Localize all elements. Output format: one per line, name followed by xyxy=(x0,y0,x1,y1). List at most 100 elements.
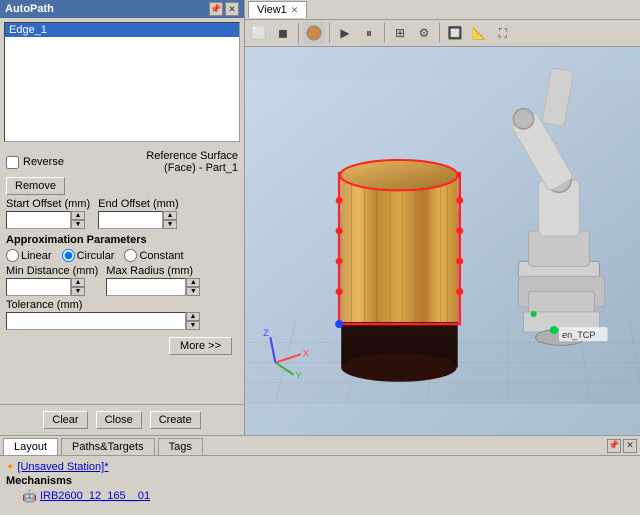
tolerance-label: Tolerance (mm) xyxy=(6,299,238,311)
create-button[interactable]: Create xyxy=(150,411,201,429)
end-offset-up[interactable]: ▲ xyxy=(163,211,177,220)
mechanisms-label: Mechanisms xyxy=(6,475,72,487)
circular-label: Circular xyxy=(77,250,115,262)
tolerance-up[interactable]: ▲ xyxy=(186,312,200,321)
ref-surface-label: Reference Surface xyxy=(146,150,238,162)
panel-pin-button[interactable]: 📌 xyxy=(209,2,223,16)
svg-text:Z: Z xyxy=(263,328,269,338)
constant-radio[interactable] xyxy=(124,249,137,262)
viewport-toolbar: ⬜ ◼ ▶ ⏸ ⊞ ⚙ 🔲 📐 ⛶ xyxy=(245,20,640,47)
panel-header-buttons: 📌 ✕ xyxy=(209,2,239,16)
toolbar-separator-2 xyxy=(329,23,330,43)
toolbar-btn-play[interactable]: ▶ xyxy=(334,22,356,44)
max-radius-up[interactable]: ▲ xyxy=(186,278,200,287)
tab-tags[interactable]: Tags xyxy=(158,438,203,455)
end-offset-group: End Offset (mm) 0.00 ▲ ▼ xyxy=(98,198,178,229)
more-row: More >> xyxy=(6,337,238,355)
linear-radio-item: Linear xyxy=(6,249,52,262)
svg-text:en_TCP: en_TCP xyxy=(562,330,595,340)
tolerance-spinners: ▲ ▼ xyxy=(186,312,200,330)
tab-paths-targets[interactable]: Paths&Targets xyxy=(61,438,155,455)
robot-icon: 🤖 xyxy=(22,489,37,503)
toolbar-btn-extra2[interactable]: ⛶ xyxy=(492,22,514,44)
toolbar-btn-settings[interactable]: ⚙ xyxy=(413,22,435,44)
bottom-content: ✦ [Unsaved Station]* Mechanisms 🤖 IRB260… xyxy=(0,456,640,515)
end-offset-down[interactable]: ▼ xyxy=(163,220,177,229)
toolbar-btn-3[interactable] xyxy=(303,22,325,44)
tree-item-mechanisms[interactable]: Mechanisms xyxy=(6,474,634,488)
min-distance-input-group: 3.00 ▲ ▼ xyxy=(6,278,98,296)
toolbar-btn-pause[interactable]: ⏸ xyxy=(358,22,380,44)
toolbar-btn-2[interactable]: ◼ xyxy=(272,22,294,44)
end-offset-spinners: ▲ ▼ xyxy=(163,211,177,229)
edge-list[interactable]: Edge_1 xyxy=(4,22,240,142)
tolerance-input[interactable]: 1.00 xyxy=(6,312,186,330)
robot-label[interactable]: IRB2600_12_165__01 xyxy=(40,490,150,502)
tolerance-input-group: 1.00 ▲ ▼ xyxy=(6,312,238,330)
bottom-tabs-bar: Layout Paths&Targets Tags 📌 ✕ xyxy=(0,436,640,456)
max-radius-spinners: ▲ ▼ xyxy=(186,278,200,296)
viewport-panel: View1 ✕ ⬜ ◼ ▶ ⏸ ⊞ ⚙ 🔲 📐 ⛶ xyxy=(245,0,640,435)
station-star-icon: ✦ xyxy=(6,462,14,473)
view1-tab[interactable]: View1 ✕ xyxy=(248,1,307,18)
linear-radio[interactable] xyxy=(6,249,19,262)
start-offset-input[interactable]: 0.00 xyxy=(6,211,71,229)
min-distance-down[interactable]: ▼ xyxy=(71,287,85,296)
action-buttons: Clear Close Create xyxy=(0,404,244,435)
min-max-row: Min Distance (mm) 3.00 ▲ ▼ Max Radius (m… xyxy=(6,265,238,296)
view-tab-bar: View1 ✕ xyxy=(245,0,640,20)
panel-title: AutoPath xyxy=(5,3,54,15)
svg-text:X: X xyxy=(303,348,309,358)
toolbar-separator-1 xyxy=(298,23,299,43)
toolbar-btn-1[interactable]: ⬜ xyxy=(248,22,270,44)
start-offset-down[interactable]: ▼ xyxy=(71,220,85,229)
circular-radio-item: Circular xyxy=(62,249,115,262)
max-radius-label: Max Radius (mm) xyxy=(106,265,200,277)
panel-header: AutoPath 📌 ✕ xyxy=(0,0,244,18)
station-label[interactable]: [Unsaved Station]* xyxy=(17,461,108,473)
max-radius-group: Max Radius (mm) 100000.00 ▲ ▼ xyxy=(106,265,200,296)
ref-surface-value: (Face) - Part_1 xyxy=(146,162,238,174)
tree-item-station[interactable]: ✦ [Unsaved Station]* xyxy=(6,460,634,474)
view-tab-close-icon[interactable]: ✕ xyxy=(291,5,299,16)
3d-viewport[interactable]: en_TCP xyxy=(245,47,640,435)
circular-radio[interactable] xyxy=(62,249,75,262)
more-button[interactable]: More >> xyxy=(169,337,232,355)
bottom-panel: Layout Paths&Targets Tags 📌 ✕ ✦ [Unsaved… xyxy=(0,435,640,515)
reverse-checkbox-row: Reverse xyxy=(6,156,64,169)
max-radius-down[interactable]: ▼ xyxy=(186,287,200,296)
toolbar-separator-4 xyxy=(439,23,440,43)
remove-row: Remove xyxy=(6,177,238,195)
edge-item[interactable]: Edge_1 xyxy=(5,23,239,37)
reverse-row: Reverse Reference Surface (Face) - Part_… xyxy=(6,150,238,174)
max-radius-input[interactable]: 100000.00 xyxy=(106,278,186,296)
form-section: Reverse Reference Surface (Face) - Part_… xyxy=(0,146,244,404)
bottom-panel-close[interactable]: ✕ xyxy=(623,439,637,453)
approx-params-label: Approximation Parameters xyxy=(6,234,238,246)
min-distance-input[interactable]: 3.00 xyxy=(6,278,71,296)
min-distance-label: Min Distance (mm) xyxy=(6,265,98,277)
panel-close-button[interactable]: ✕ xyxy=(225,2,239,16)
constant-label: Constant xyxy=(139,250,183,262)
bottom-panel-pin[interactable]: 📌 xyxy=(607,439,621,453)
close-button[interactable]: Close xyxy=(96,411,142,429)
max-radius-input-group: 100000.00 ▲ ▼ xyxy=(106,278,200,296)
start-offset-label: Start Offset (mm) xyxy=(6,198,90,210)
toolbar-btn-view[interactable]: 🔲 xyxy=(444,22,466,44)
remove-button[interactable]: Remove xyxy=(6,177,65,195)
start-offset-up[interactable]: ▲ xyxy=(71,211,85,220)
min-distance-up[interactable]: ▲ xyxy=(71,278,85,287)
end-offset-input[interactable]: 0.00 xyxy=(98,211,163,229)
reverse-label: Reverse xyxy=(23,156,64,168)
toolbar-btn-extra1[interactable]: 📐 xyxy=(468,22,490,44)
tab-layout[interactable]: Layout xyxy=(3,438,58,455)
toolbar-btn-grid[interactable]: ⊞ xyxy=(389,22,411,44)
toolbar-separator-3 xyxy=(384,23,385,43)
approx-radio-row: Linear Circular Constant xyxy=(6,249,238,262)
linear-label: Linear xyxy=(21,250,52,262)
svg-text:Y: Y xyxy=(296,371,302,381)
reverse-checkbox[interactable] xyxy=(6,156,19,169)
tree-item-robot[interactable]: 🤖 IRB2600_12_165__01 xyxy=(6,488,634,504)
tolerance-down[interactable]: ▼ xyxy=(186,321,200,330)
clear-button[interactable]: Clear xyxy=(43,411,87,429)
